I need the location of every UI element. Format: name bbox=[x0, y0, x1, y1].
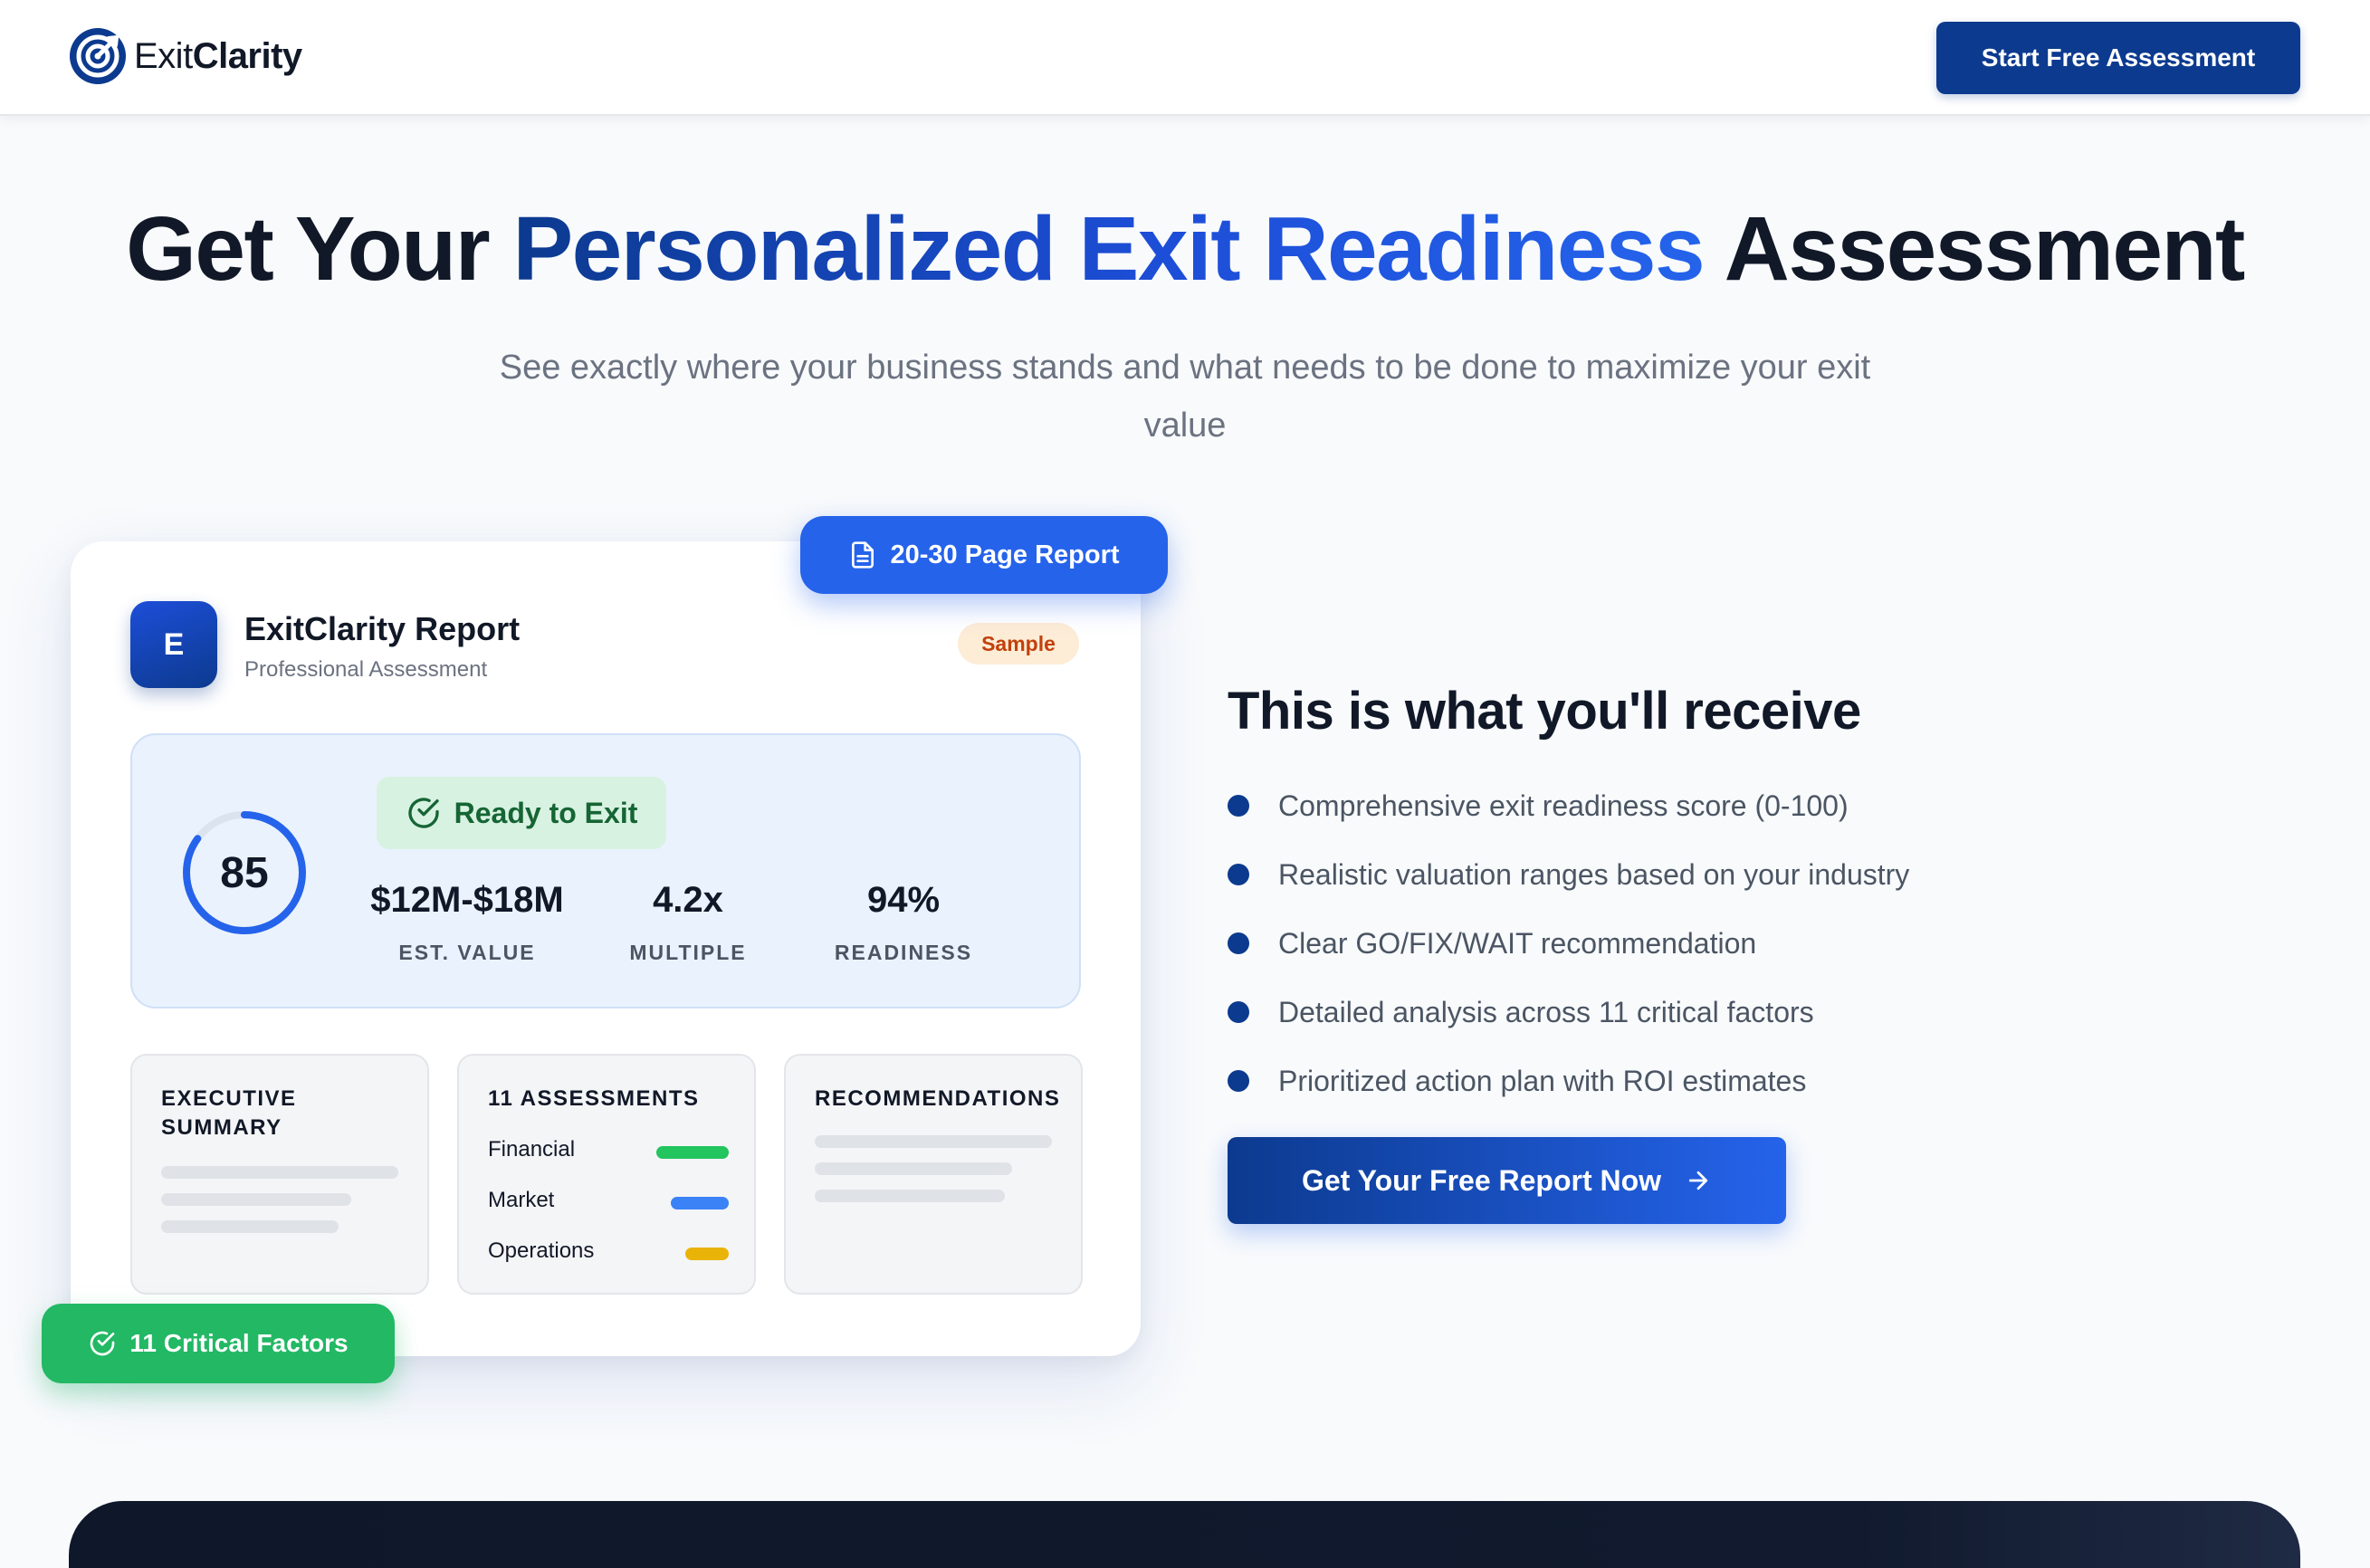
metric-label: EST. VALUE bbox=[398, 941, 536, 964]
bullet-dot bbox=[1228, 1001, 1249, 1023]
assessment-name: Market bbox=[488, 1188, 555, 1212]
placeholder-line bbox=[161, 1166, 398, 1179]
logo-wordmark: ExitClarity bbox=[134, 36, 302, 77]
recommendations-tile: RECOMMENDATIONS bbox=[784, 1054, 1083, 1295]
executive-summary-title: EXECUTIVE SUMMARY bbox=[161, 1086, 297, 1140]
check-circle-icon bbox=[91, 1331, 115, 1356]
metric-label: MULTIPLE bbox=[629, 941, 747, 964]
metric-label: READINESS bbox=[834, 941, 973, 964]
score-panel: 85 Ready to Exit $12M-$18M EST. VALUE 4.… bbox=[130, 733, 1081, 1009]
recommendations-title: RECOMMENDATIONS bbox=[815, 1086, 1061, 1111]
target-logo-icon bbox=[70, 28, 126, 84]
metric-value: 4.2x bbox=[653, 880, 723, 920]
assessment-bar bbox=[656, 1146, 729, 1159]
sample-report-card: E ExitClarity Report Professional Assess… bbox=[71, 541, 1141, 1356]
critical-factors-label: 11 Critical Factors bbox=[129, 1329, 349, 1357]
report-avatar: E bbox=[130, 601, 217, 688]
assessment-row-operations: Operations bbox=[488, 1238, 729, 1264]
assessments-tile: 11 ASSESSMENTS Financial Market Operatio… bbox=[457, 1054, 756, 1295]
benefit-item: Comprehensive exit readiness score (0-10… bbox=[1228, 771, 1909, 840]
assessment-name: Financial bbox=[488, 1137, 576, 1162]
bullet-dot bbox=[1228, 864, 1249, 885]
document-icon bbox=[852, 541, 874, 569]
metric-multiple: 4.2x MULTIPLE bbox=[588, 880, 788, 965]
report-title: ExitClarity Report bbox=[244, 610, 521, 647]
logo-text-bold: Clarity bbox=[192, 35, 303, 76]
benefit-item: Realistic valuation ranges based on your… bbox=[1228, 840, 1909, 909]
benefit-item: Prioritized action plan with ROI estimat… bbox=[1228, 1047, 1909, 1115]
logo-text-light: Exit bbox=[134, 35, 193, 76]
report-subtitle: Professional Assessment bbox=[244, 657, 488, 682]
assessment-bar bbox=[685, 1248, 729, 1260]
benefit-text: Comprehensive exit readiness score (0-10… bbox=[1278, 789, 1849, 822]
executive-summary-tile: EXECUTIVE SUMMARY bbox=[130, 1054, 429, 1295]
placeholder-line bbox=[161, 1220, 339, 1233]
page-count-badge: 20-30 Page Report bbox=[800, 516, 1168, 594]
sample-badge: Sample bbox=[958, 623, 1079, 664]
placeholder-line bbox=[815, 1135, 1052, 1148]
exitclarity-logo[interactable]: ExitClarity bbox=[69, 27, 302, 85]
metric-value: 94% bbox=[866, 880, 941, 920]
metric-est-value: $12M-$18M EST. VALUE bbox=[368, 880, 567, 965]
hero-subtitle: See exactly where your business stands a… bbox=[499, 349, 1871, 445]
assessment-bar bbox=[671, 1197, 729, 1209]
benefit-text: Realistic valuation ranges based on your… bbox=[1278, 857, 1910, 891]
ready-to-exit-label: Ready to Exit bbox=[454, 796, 638, 829]
get-free-report-label: Get Your Free Report Now bbox=[1301, 1163, 1662, 1197]
assessment-row-market: Market bbox=[488, 1188, 729, 1213]
placeholder-line bbox=[161, 1193, 351, 1206]
benefit-item: Clear GO/FIX/WAIT recommendation bbox=[1228, 909, 1909, 978]
receive-heading: This is what you'll receive bbox=[1228, 682, 1861, 741]
hero-title: Get Your Personalized Exit Readiness Ass… bbox=[0, 197, 2370, 301]
readiness-score: 85 bbox=[220, 848, 269, 897]
benefit-text: Clear GO/FIX/WAIT recommendation bbox=[1278, 926, 1757, 960]
benefit-item: Detailed analysis across 11 critical fac… bbox=[1228, 978, 1909, 1047]
assessment-name: Operations bbox=[488, 1238, 595, 1263]
assessment-row-financial: Financial bbox=[488, 1137, 729, 1162]
assessments-title: 11 ASSESSMENTS bbox=[488, 1086, 700, 1111]
bullet-dot bbox=[1228, 1070, 1249, 1092]
metric-value: $12M-$18M bbox=[370, 880, 564, 920]
benefit-list: Comprehensive exit readiness score (0-10… bbox=[1228, 771, 1909, 1115]
critical-factors-badge: 11 Critical Factors bbox=[42, 1304, 395, 1383]
top-navigation-bar: ExitClarity Start Free Assessment bbox=[0, 0, 2370, 116]
dark-section-top bbox=[69, 1501, 2300, 1568]
benefit-text: Detailed analysis across 11 critical fac… bbox=[1278, 995, 1814, 1028]
placeholder-line bbox=[815, 1190, 1005, 1202]
bullet-dot bbox=[1228, 932, 1249, 954]
placeholder-line bbox=[815, 1162, 1012, 1175]
check-circle-icon bbox=[408, 798, 439, 828]
ready-to-exit-status: Ready to Exit bbox=[377, 777, 666, 849]
benefit-text: Prioritized action plan with ROI estimat… bbox=[1278, 1064, 1807, 1097]
metric-readiness: 94% READINESS bbox=[804, 880, 1003, 965]
page-count-label: 20-30 Page Report bbox=[890, 540, 1120, 569]
hero-title-part2: Assessment bbox=[1704, 198, 2246, 300]
start-free-assessment-button[interactable]: Start Free Assessment bbox=[1936, 22, 2300, 94]
bullet-dot bbox=[1228, 795, 1249, 817]
hero-title-part1: Get Your bbox=[126, 198, 513, 300]
hero-title-highlight: Personalized Exit Readiness bbox=[512, 198, 1705, 300]
arrow-right-icon bbox=[1688, 1171, 1708, 1190]
get-free-report-button[interactable]: Get Your Free Report Now bbox=[1228, 1137, 1786, 1224]
